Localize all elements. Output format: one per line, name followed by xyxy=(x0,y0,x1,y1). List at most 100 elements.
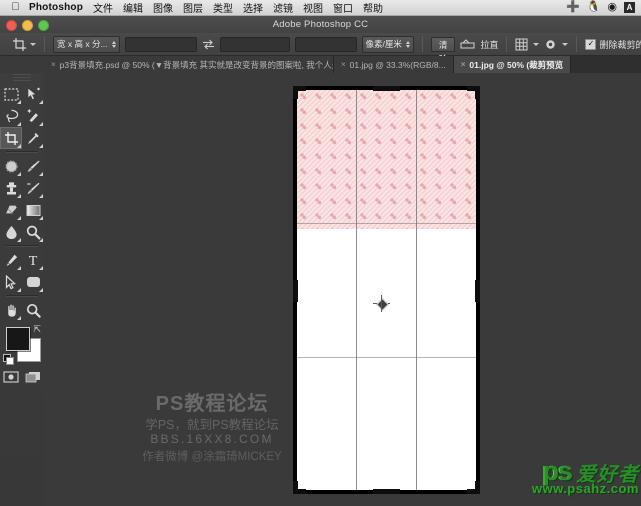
menu-item-file[interactable]: 文件 xyxy=(93,0,113,15)
tool-more-icon[interactable] xyxy=(39,216,43,220)
zoom-tool[interactable] xyxy=(22,299,44,321)
tool-more-icon[interactable] xyxy=(17,100,21,104)
tool-more-icon[interactable] xyxy=(17,122,21,126)
active-tool-indicator[interactable] xyxy=(10,35,36,53)
screen-mode-icon[interactable] xyxy=(24,369,42,384)
quick-mask-icon[interactable] xyxy=(2,369,20,384)
swap-dimensions-icon[interactable] xyxy=(202,36,215,52)
tool-more-icon[interactable] xyxy=(17,144,21,148)
watermark-line-4: 作者微博 @涂霜琦MICKEY xyxy=(142,451,282,464)
crop-handle-bottom-center[interactable] xyxy=(373,489,400,494)
pen-tool[interactable] xyxy=(0,249,22,271)
menu-item-layer[interactable]: 图层 xyxy=(183,0,203,15)
move-tool[interactable] xyxy=(22,83,44,105)
foreground-color-swatch[interactable] xyxy=(6,327,30,351)
crop-handle-left-middle[interactable] xyxy=(293,280,298,302)
resolution-unit-select[interactable]: 像素/厘米 xyxy=(361,35,414,53)
blur-tool[interactable] xyxy=(0,221,22,243)
crop-resolution-input[interactable] xyxy=(294,36,357,52)
straighten-label[interactable]: 拉直 xyxy=(480,38,498,51)
menu-item-window[interactable]: 窗口 xyxy=(333,0,353,15)
menu-item-edit[interactable]: 编辑 xyxy=(123,0,143,15)
crop-handle-bottom-left-v[interactable] xyxy=(293,481,298,494)
delete-cropped-pixels-checkbox[interactable]: ✓ 删除裁剪的像素 xyxy=(585,38,641,51)
tool-more-icon[interactable] xyxy=(17,172,21,176)
tools-panel-grip[interactable] xyxy=(13,74,31,82)
close-icon[interactable]: × xyxy=(51,60,56,69)
settings-chevron-icon[interactable] xyxy=(562,42,569,46)
menu-app-name[interactable]: Photoshop xyxy=(29,2,83,13)
hand-tool[interactable] xyxy=(0,299,22,321)
crop-handle-top-left-v[interactable] xyxy=(293,86,298,99)
tools-divider-1 xyxy=(6,151,38,153)
crop-handle-top-center[interactable] xyxy=(373,86,400,91)
tool-more-icon[interactable] xyxy=(39,144,43,148)
crop-handle-right-middle[interactable] xyxy=(475,280,480,302)
menu-item-image[interactable]: 图像 xyxy=(153,0,173,15)
tool-row-5 xyxy=(0,177,44,199)
spot-healing-tool[interactable] xyxy=(0,155,22,177)
brush-tool[interactable] xyxy=(22,155,44,177)
grid-overlay-icon[interactable] xyxy=(515,36,528,53)
document-tab-2[interactable]: × 01.jpg @ 33.3%(RGB/8... xyxy=(334,56,454,73)
tool-more-icon[interactable] xyxy=(39,100,43,104)
tool-more-icon[interactable] xyxy=(39,238,43,242)
stepper-arrows-icon xyxy=(111,40,116,48)
tool-more-icon[interactable] xyxy=(39,122,43,126)
swap-colors-icon[interactable]: ⇱ xyxy=(33,325,41,334)
history-brush-tool[interactable] xyxy=(22,177,44,199)
menu-item-filter[interactable]: 滤镜 xyxy=(273,0,293,15)
qq-penguin-icon[interactable]: 🐧 xyxy=(587,2,601,13)
gear-icon[interactable] xyxy=(544,36,557,53)
menu-item-type[interactable]: 类型 xyxy=(213,0,233,15)
menu-item-select[interactable]: 选择 xyxy=(243,0,263,15)
canvas-area[interactable]: PS教程论坛 学PS，就到PS教程论坛 BBS.16XX8.COM 作者微博 @… xyxy=(44,73,641,506)
document-tab-1[interactable]: × p3背景填充.psd @ 50% (▼背景填充 其实就是改变背景的图案啦, … xyxy=(44,56,334,73)
eye-icon[interactable]: ◉ xyxy=(607,2,617,13)
menu-item-help[interactable]: 帮助 xyxy=(363,0,383,15)
tool-more-icon[interactable] xyxy=(17,288,21,292)
menu-item-view[interactable]: 视图 xyxy=(303,0,323,15)
tool-more-icon[interactable] xyxy=(17,216,21,220)
tool-more-icon[interactable] xyxy=(39,288,43,292)
marquee-tool[interactable] xyxy=(0,83,22,105)
document-tab-3[interactable]: × 01.jpg @ 50% (裁剪预览 xyxy=(453,56,572,73)
chevron-down-icon[interactable] xyxy=(30,42,36,46)
document-image[interactable] xyxy=(297,90,476,490)
shape-tool[interactable] xyxy=(22,271,44,293)
overlay-chevron-icon[interactable] xyxy=(533,42,540,46)
straighten-icon[interactable] xyxy=(460,36,475,53)
path-selection-tool[interactable] xyxy=(0,271,22,293)
crop-ratio-select[interactable]: 宽 x 高 x 分... xyxy=(53,35,120,53)
tool-more-icon[interactable] xyxy=(17,316,21,320)
crop-handle-top-right-v[interactable] xyxy=(475,86,480,99)
close-icon[interactable]: × xyxy=(461,60,466,69)
crop-grid-vertical-1 xyxy=(356,90,357,490)
clear-button[interactable]: 清除 xyxy=(430,36,456,64)
tool-more-icon[interactable] xyxy=(17,238,21,242)
crop-handle-bottom-right-v[interactable] xyxy=(475,481,480,494)
tool-more-icon[interactable] xyxy=(17,194,21,198)
type-tool[interactable]: T xyxy=(22,249,44,271)
gradient-tool[interactable] xyxy=(22,199,44,221)
clone-stamp-tool[interactable] xyxy=(0,177,22,199)
options-divider-4 xyxy=(576,36,578,52)
apple-icon[interactable]:  xyxy=(9,1,22,14)
document-tab-bar: × p3背景填充.psd @ 50% (▼背景填充 其实就是改变背景的图案啦, … xyxy=(44,56,641,74)
quick-selection-tool[interactable] xyxy=(22,105,44,127)
adobe-icon[interactable]: A xyxy=(624,2,635,13)
crop-width-input[interactable] xyxy=(124,36,197,52)
crop-height-input[interactable] xyxy=(219,36,290,52)
eyedropper-tool[interactable] xyxy=(22,127,44,149)
eraser-tool[interactable] xyxy=(0,199,22,221)
tool-more-icon[interactable] xyxy=(39,266,43,270)
close-icon[interactable]: × xyxy=(341,60,346,69)
plus-icon[interactable]: ➕ xyxy=(566,2,580,13)
tool-more-icon[interactable] xyxy=(39,172,43,176)
tool-more-icon[interactable] xyxy=(39,194,43,198)
tool-more-icon[interactable] xyxy=(17,266,21,270)
default-colors-icon[interactable] xyxy=(3,354,14,365)
lasso-tool[interactable] xyxy=(0,105,22,127)
dodge-tool[interactable] xyxy=(22,221,44,243)
crop-tool[interactable] xyxy=(0,127,22,149)
